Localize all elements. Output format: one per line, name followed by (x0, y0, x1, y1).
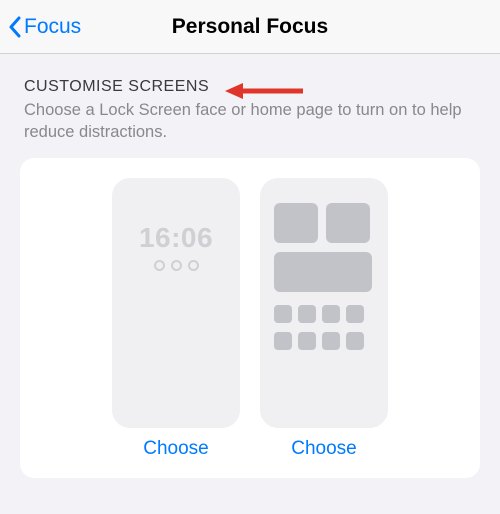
choose-home-button[interactable]: Choose (291, 438, 357, 460)
chevron-left-icon (8, 16, 21, 38)
back-button[interactable]: Focus (0, 15, 81, 39)
lock-dots (112, 260, 240, 271)
app-icon (322, 332, 340, 350)
home-grid (260, 178, 388, 364)
lock-time: 16:06 (112, 178, 240, 254)
widget-wide-icon (274, 252, 372, 292)
section-description: Choose a Lock Screen face or home page t… (24, 99, 480, 144)
page-title: Personal Focus (172, 15, 328, 39)
app-icon (298, 305, 316, 323)
app-icon (274, 305, 292, 323)
screens-card: 16:06 Choose (20, 158, 480, 478)
section-customise-screens: CUSTOMISE SCREENS Choose a Lock Screen f… (0, 54, 500, 144)
lock-screen-option: 16:06 Choose (112, 178, 240, 460)
app-icon (298, 332, 316, 350)
lock-screen-preview[interactable]: 16:06 (112, 178, 240, 428)
lock-dot (154, 260, 165, 271)
app-icon (346, 332, 364, 350)
back-label: Focus (24, 15, 81, 39)
lock-dot (188, 260, 199, 271)
lock-dot (171, 260, 182, 271)
app-icon (346, 305, 364, 323)
home-screen-preview[interactable] (260, 178, 388, 428)
section-header: CUSTOMISE SCREENS (24, 78, 480, 96)
app-icon (274, 332, 292, 350)
widget-small-icon (326, 203, 370, 243)
choose-lock-button[interactable]: Choose (143, 438, 209, 460)
app-icon (322, 305, 340, 323)
widget-small-icon (274, 203, 318, 243)
home-screen-option: Choose (260, 178, 388, 460)
navigation-bar: Focus Personal Focus (0, 0, 500, 54)
